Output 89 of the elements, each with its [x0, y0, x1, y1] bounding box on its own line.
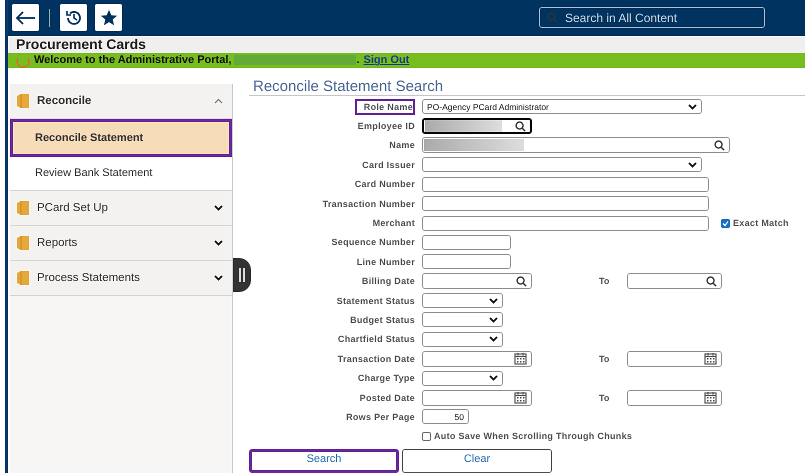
- checkbox[interactable]: [721, 218, 730, 228]
- field-label: Merchant: [372, 218, 415, 228]
- calendar-icon[interactable]: [704, 391, 717, 404]
- book-icon: [17, 270, 29, 285]
- search-icon[interactable]: [714, 140, 725, 151]
- field-label: Posted Date: [358, 392, 415, 403]
- dropdown-field[interactable]: [422, 332, 503, 347]
- dropdown-field[interactable]: PO-Agency PCard Administrator: [422, 99, 702, 114]
- input-field[interactable]: [422, 196, 709, 212]
- field-label: To: [599, 354, 610, 364]
- search-field[interactable]: Search in All Content: [539, 7, 765, 28]
- field-label: Statement Status: [336, 296, 415, 306]
- welcome-text: Welcome to the Administrative Portal,: [34, 54, 232, 66]
- chevron-down-icon[interactable]: [489, 375, 498, 382]
- field-label: Transaction Date: [336, 354, 415, 364]
- checkbox[interactable]: [422, 432, 431, 441]
- input-field[interactable]: [422, 176, 709, 192]
- search-icon[interactable]: [515, 120, 526, 132]
- form-heading: Reconcile Statement Search: [249, 78, 805, 96]
- dropdown-field[interactable]: [422, 370, 503, 386]
- lookup-field[interactable]: [627, 273, 722, 290]
- date-field[interactable]: [422, 390, 532, 406]
- book-icon: [17, 200, 29, 215]
- chevron-down-icon[interactable]: [214, 240, 223, 246]
- sidebar-group[interactable]: Reports: [10, 226, 232, 261]
- field-label: Role Name: [355, 98, 415, 115]
- dropdown-field[interactable]: [422, 312, 503, 328]
- search-icon[interactable]: [706, 276, 717, 287]
- field-label: Card Number: [354, 179, 415, 190]
- sidebar-group[interactable]: Reconcile: [10, 84, 232, 119]
- book-icon: [17, 236, 29, 250]
- field-label: Card Issuer: [361, 160, 415, 170]
- field-label: Transaction Number: [322, 198, 415, 209]
- star-icon: [100, 8, 118, 27]
- collapse-handle[interactable]: [233, 258, 251, 292]
- arrow-left-icon: [16, 10, 36, 25]
- history-icon: [64, 8, 82, 27]
- welcome-text-end: .: [356, 54, 360, 66]
- dropdown-field[interactable]: [422, 157, 702, 172]
- sign-out-link[interactable]: Sign Out: [364, 54, 410, 66]
- input-field[interactable]: [422, 254, 511, 270]
- date-field[interactable]: [627, 350, 722, 367]
- chevron-down-icon[interactable]: [214, 274, 223, 281]
- back-button[interactable]: [12, 4, 39, 32]
- chevron-down-icon[interactable]: [489, 336, 498, 342]
- chevron-down-icon[interactable]: [688, 104, 697, 110]
- calendar-icon[interactable]: [514, 352, 527, 366]
- date-field[interactable]: [627, 390, 722, 406]
- search-icon[interactable]: [516, 276, 527, 287]
- form-button[interactable]: Search: [249, 449, 399, 473]
- chevron-down-icon[interactable]: [489, 298, 498, 304]
- field-label: To: [599, 392, 610, 403]
- checkbox-label: Exact Match: [733, 218, 789, 228]
- chevron-down-icon[interactable]: [214, 204, 223, 211]
- field-label: Line Number: [356, 256, 415, 267]
- field-label: Sequence Number: [330, 237, 415, 248]
- lookup-field[interactable]: [422, 273, 532, 290]
- sidebar-group[interactable]: Process Statements: [10, 260, 232, 296]
- sidebar-item[interactable]: Reconcile Statement: [10, 118, 232, 157]
- input-field[interactable]: [422, 216, 709, 230]
- field-label: To: [599, 276, 610, 286]
- input-field[interactable]: [422, 234, 511, 250]
- sidebar-item[interactable]: Review Bank Statement: [10, 156, 232, 191]
- input-field[interactable]: 50: [422, 409, 469, 424]
- calendar-icon[interactable]: [514, 391, 527, 404]
- lookup-field[interactable]: [422, 137, 730, 154]
- field-label: Rows Per Page: [345, 412, 415, 422]
- field-label: Chartfield Status: [336, 334, 415, 344]
- chevron-down-icon[interactable]: [489, 316, 498, 323]
- field-label: Budget Status: [349, 314, 415, 325]
- history-button[interactable]: [60, 4, 87, 32]
- field-label: Employee ID: [356, 121, 415, 132]
- search-input[interactable]: Search in All Content: [563, 10, 764, 26]
- calendar-icon[interactable]: [704, 352, 717, 366]
- dropdown-field[interactable]: [422, 293, 503, 308]
- field-label: Billing Date: [360, 276, 415, 286]
- favorites-button[interactable]: [95, 4, 122, 32]
- book-icon: [17, 94, 29, 108]
- date-field[interactable]: [422, 350, 532, 367]
- spinner-icon: [16, 55, 30, 70]
- checkbox-label: Auto Save When Scrolling Through Chunks: [434, 431, 632, 442]
- lookup-field[interactable]: [422, 118, 532, 134]
- chevron-up-icon[interactable]: [214, 98, 223, 104]
- sidebar-group[interactable]: PCard Set Up: [10, 190, 232, 226]
- field-label: Charge Type: [356, 373, 415, 384]
- field-label: Name: [388, 140, 415, 150]
- form-button[interactable]: Clear: [402, 449, 552, 473]
- chevron-down-icon[interactable]: [688, 162, 697, 168]
- page-title: Procurement Cards: [16, 36, 146, 52]
